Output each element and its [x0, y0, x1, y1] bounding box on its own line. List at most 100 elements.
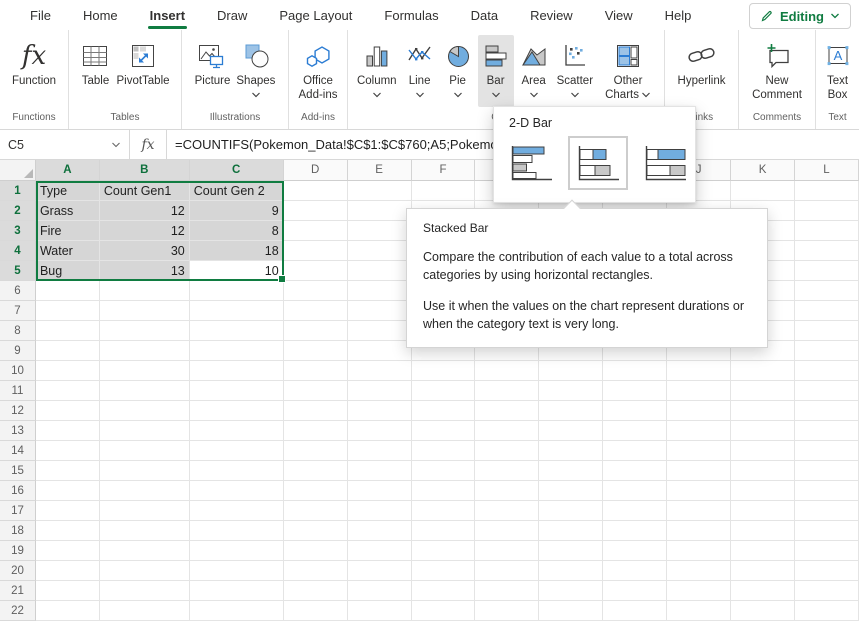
cell-B11[interactable] [100, 381, 190, 401]
cell-I13[interactable] [603, 421, 667, 441]
cell-H11[interactable] [539, 381, 603, 401]
column-header-F[interactable]: F [412, 160, 476, 181]
cell-L6[interactable] [795, 281, 859, 301]
cell-E15[interactable] [348, 461, 412, 481]
row-header-14[interactable]: 14 [0, 441, 36, 461]
cell-D18[interactable] [284, 521, 348, 541]
cell-C18[interactable] [190, 521, 284, 541]
cell-L3[interactable] [795, 221, 859, 241]
menu-tab-view[interactable]: View [589, 2, 649, 28]
insert-function-button[interactable]: fx [130, 130, 167, 159]
cell-L15[interactable] [795, 461, 859, 481]
cell-L11[interactable] [795, 381, 859, 401]
cell-C20[interactable] [190, 561, 284, 581]
cell-E18[interactable] [348, 521, 412, 541]
column-chart-button[interactable]: Column [354, 35, 400, 107]
cell-J22[interactable] [667, 601, 731, 621]
pie-chart-button[interactable]: Pie [440, 35, 476, 107]
cell-B12[interactable] [100, 401, 190, 421]
cell-I18[interactable] [603, 521, 667, 541]
row-header-11[interactable]: 11 [0, 381, 36, 401]
cell-H14[interactable] [539, 441, 603, 461]
cell-B5[interactable]: 13 [100, 261, 190, 281]
cell-E7[interactable] [348, 301, 412, 321]
line-chart-button[interactable]: Line [402, 35, 438, 107]
row-header-9[interactable]: 9 [0, 341, 36, 361]
cell-G14[interactable] [475, 441, 539, 461]
cell-L9[interactable] [795, 341, 859, 361]
new-comment-button[interactable]: New Comment [739, 35, 815, 107]
cell-L14[interactable] [795, 441, 859, 461]
cell-E20[interactable] [348, 561, 412, 581]
cell-F14[interactable] [412, 441, 476, 461]
cell-I15[interactable] [603, 461, 667, 481]
cell-A20[interactable] [36, 561, 100, 581]
text-box-button[interactable]: A Text Box [816, 35, 859, 107]
cell-L8[interactable] [795, 321, 859, 341]
cell-G11[interactable] [475, 381, 539, 401]
row-header-20[interactable]: 20 [0, 561, 36, 581]
cell-H22[interactable] [539, 601, 603, 621]
cell-B21[interactable] [100, 581, 190, 601]
other-charts-chevron[interactable] [641, 92, 651, 98]
cell-E1[interactable] [348, 181, 412, 201]
row-header-13[interactable]: 13 [0, 421, 36, 441]
scatter-chart-button[interactable]: Scatter [554, 35, 596, 107]
cell-L17[interactable] [795, 501, 859, 521]
cell-L22[interactable] [795, 601, 859, 621]
menu-tab-page-layout[interactable]: Page Layout [263, 2, 368, 28]
cell-D1[interactable] [284, 181, 348, 201]
cell-B22[interactable] [100, 601, 190, 621]
cell-A11[interactable] [36, 381, 100, 401]
cell-A2[interactable]: Grass [36, 201, 100, 221]
cell-A19[interactable] [36, 541, 100, 561]
cell-E12[interactable] [348, 401, 412, 421]
cell-K15[interactable] [731, 461, 795, 481]
pie-chart-chevron[interactable] [453, 89, 463, 104]
cell-A1[interactable]: Type [36, 181, 100, 201]
cell-B4[interactable]: 30 [100, 241, 190, 261]
row-header-21[interactable]: 21 [0, 581, 36, 601]
menu-tab-data[interactable]: Data [455, 2, 514, 28]
cell-D11[interactable] [284, 381, 348, 401]
cell-A21[interactable] [36, 581, 100, 601]
row-header-19[interactable]: 19 [0, 541, 36, 561]
cell-C17[interactable] [190, 501, 284, 521]
name-box-chevron-icon[interactable] [111, 142, 121, 148]
cell-B1[interactable]: Count Gen1 [100, 181, 190, 201]
cell-I14[interactable] [603, 441, 667, 461]
cell-K10[interactable] [731, 361, 795, 381]
menu-tab-insert[interactable]: Insert [134, 2, 201, 28]
cell-A4[interactable]: Water [36, 241, 100, 261]
cell-G17[interactable] [475, 501, 539, 521]
cell-K17[interactable] [731, 501, 795, 521]
cell-D8[interactable] [284, 321, 348, 341]
cell-L4[interactable] [795, 241, 859, 261]
cell-C10[interactable] [190, 361, 284, 381]
row-header-18[interactable]: 18 [0, 521, 36, 541]
cell-H13[interactable] [539, 421, 603, 441]
hyperlink-button[interactable]: Hyperlink [675, 35, 729, 107]
cell-J18[interactable] [667, 521, 731, 541]
cell-G20[interactable] [475, 561, 539, 581]
cell-I17[interactable] [603, 501, 667, 521]
cell-D16[interactable] [284, 481, 348, 501]
cell-I16[interactable] [603, 481, 667, 501]
cell-A5[interactable]: Bug [36, 261, 100, 281]
cell-G19[interactable] [475, 541, 539, 561]
cell-F11[interactable] [412, 381, 476, 401]
cell-A12[interactable] [36, 401, 100, 421]
cell-K13[interactable] [731, 421, 795, 441]
cell-C6[interactable] [190, 281, 284, 301]
cell-F20[interactable] [412, 561, 476, 581]
cell-L20[interactable] [795, 561, 859, 581]
cell-I22[interactable] [603, 601, 667, 621]
cell-F1[interactable] [412, 181, 476, 201]
cell-H10[interactable] [539, 361, 603, 381]
cell-C21[interactable] [190, 581, 284, 601]
cell-H16[interactable] [539, 481, 603, 501]
cell-L2[interactable] [795, 201, 859, 221]
cell-K12[interactable] [731, 401, 795, 421]
cell-A6[interactable] [36, 281, 100, 301]
cell-D2[interactable] [284, 201, 348, 221]
